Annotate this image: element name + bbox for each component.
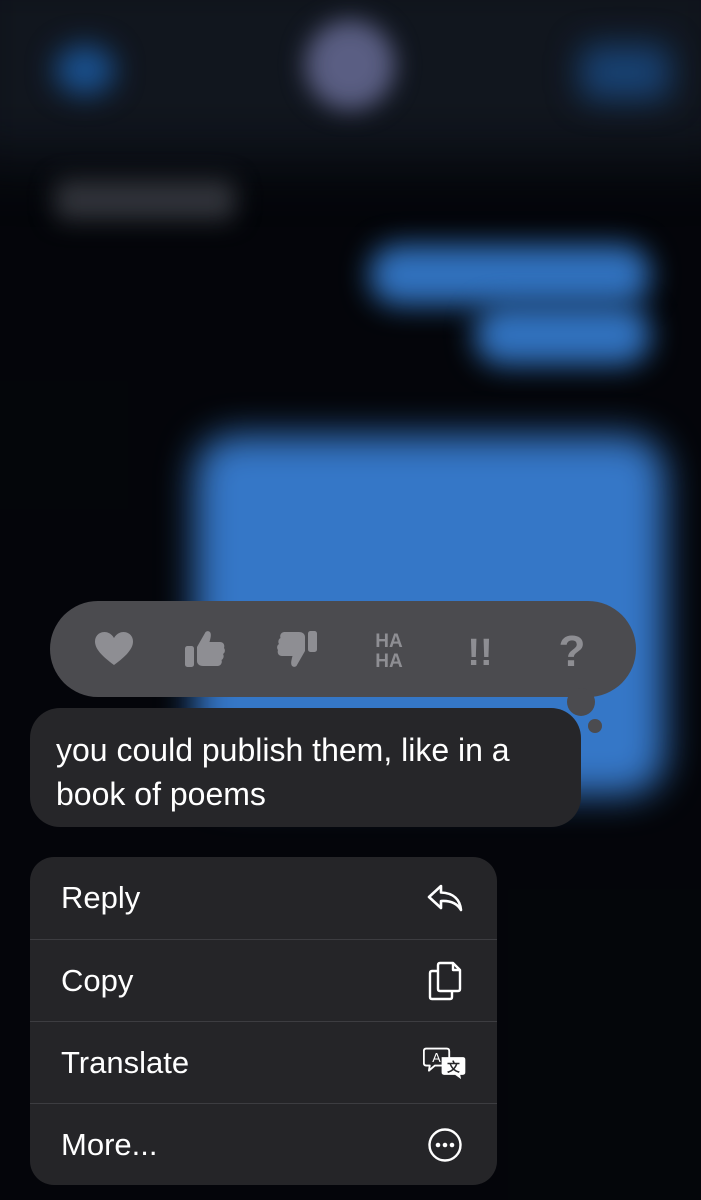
question-icon: ?: [559, 627, 586, 672]
heart-icon: [94, 632, 133, 665]
tapback-thumbs-down[interactable]: [269, 621, 325, 677]
context-menu: Reply Copy Translate A 文 More...: [30, 857, 497, 1185]
svg-text:A: A: [432, 1051, 441, 1065]
tapback-tail-dot-large: [567, 688, 595, 716]
tapback-haha[interactable]: HA HA: [361, 621, 417, 677]
exclamation-icon: !!: [468, 632, 493, 671]
question-text: ?: [559, 627, 586, 672]
menu-item-label: Copy: [61, 962, 134, 998]
menu-item-label: More...: [61, 1126, 158, 1162]
tapback-thumbs-up[interactable]: [177, 621, 233, 677]
svg-text:文: 文: [447, 1059, 460, 1074]
exclamation-text: !!: [468, 632, 493, 671]
tapback-exclamation[interactable]: !!: [452, 621, 508, 677]
message-text: you could publish them, like in a book o…: [56, 732, 510, 812]
tapback-tail-dot-small: [588, 719, 602, 733]
tapback-question[interactable]: ?: [544, 621, 600, 677]
more-icon: [423, 1123, 467, 1167]
menu-item-copy[interactable]: Copy: [30, 939, 497, 1021]
tapback-reaction-bar: HA HA !! ?: [50, 601, 636, 697]
menu-item-reply[interactable]: Reply: [30, 857, 497, 939]
menu-item-label: Reply: [61, 880, 141, 915]
reply-icon: [423, 876, 467, 920]
menu-item-more[interactable]: More...: [30, 1103, 497, 1185]
menu-item-translate[interactable]: Translate A 文: [30, 1021, 497, 1103]
message-bubble[interactable]: you could publish them, like in a book o…: [30, 708, 581, 827]
menu-item-label: Translate: [61, 1044, 190, 1080]
translate-icon: A 文: [423, 1041, 467, 1085]
tapback-heart[interactable]: [86, 621, 142, 677]
thumbs-down-icon: [277, 631, 318, 667]
thumbs-up-icon: [185, 631, 226, 667]
haha-line-1: HA: [375, 631, 403, 652]
copy-icon: [423, 959, 467, 1003]
haha-line-2: HA: [375, 651, 403, 670]
haha-icon: HA HA: [375, 631, 403, 670]
